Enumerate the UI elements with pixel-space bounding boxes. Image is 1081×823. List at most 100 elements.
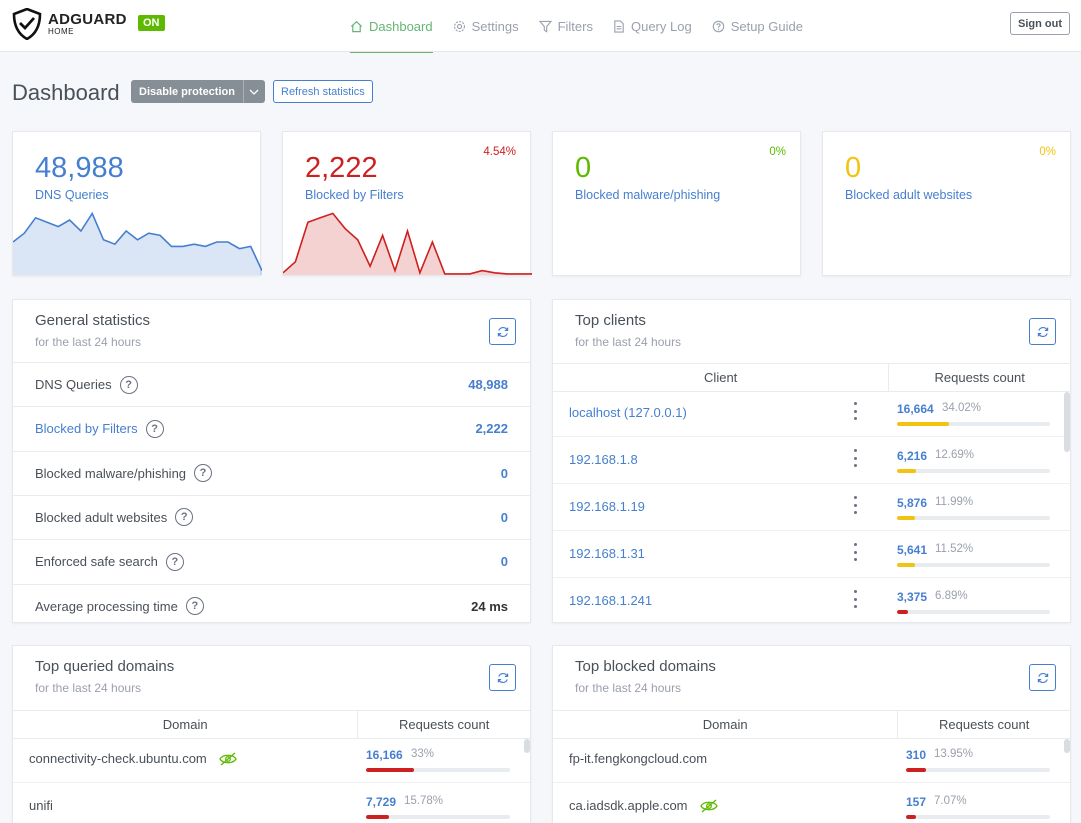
refresh-button[interactable] bbox=[1029, 664, 1056, 691]
more-options-icon[interactable] bbox=[852, 449, 858, 467]
shield-check-icon bbox=[12, 8, 42, 40]
more-options-icon[interactable] bbox=[852, 590, 858, 608]
column-header-domain[interactable]: Domain bbox=[553, 711, 897, 738]
disable-protection-button[interactable]: Disable protection bbox=[131, 80, 243, 103]
nav-setup-guide[interactable]: Setup Guide bbox=[702, 0, 813, 52]
nav-filters[interactable]: Filters bbox=[529, 0, 603, 52]
request-count: 16,664 bbox=[897, 402, 934, 416]
stat-row-label-text: Blocked adult websites bbox=[35, 509, 168, 525]
column-header-requests[interactable]: Requests count bbox=[357, 711, 530, 738]
sparkline-area bbox=[13, 213, 262, 275]
column-header-requests[interactable]: Requests count bbox=[897, 711, 1070, 738]
column-header-client[interactable]: Client bbox=[553, 364, 888, 391]
request-progress-bar bbox=[897, 469, 1050, 473]
eye-off-icon[interactable] bbox=[700, 799, 718, 813]
request-percent: 12.69% bbox=[935, 449, 975, 461]
stat-card-label: Blocked malware/phishing bbox=[575, 188, 721, 202]
question-icon[interactable]: ? bbox=[145, 419, 164, 438]
refresh-statistics-button[interactable]: Refresh statistics bbox=[273, 80, 373, 103]
row-name: connectivity-check.ubuntu.com bbox=[29, 751, 207, 766]
question-icon[interactable]: ? bbox=[185, 597, 204, 615]
stat-row: Average processing time? 24 ms bbox=[13, 583, 530, 623]
request-percent: 15.78% bbox=[404, 795, 444, 807]
card-subtitle: for the last 24 hours bbox=[575, 335, 682, 349]
scrollbar[interactable] bbox=[1064, 739, 1070, 753]
more-options-icon[interactable] bbox=[852, 402, 858, 420]
home-icon bbox=[350, 20, 363, 32]
stat-row: Blocked malware/phishing? 0 bbox=[13, 450, 530, 495]
scrollbar[interactable] bbox=[1064, 392, 1070, 452]
request-progress-fill bbox=[366, 768, 414, 772]
more-options-icon[interactable] bbox=[852, 496, 858, 514]
request-progress-fill bbox=[897, 469, 917, 473]
stat-row-label: Blocked adult websites? bbox=[35, 508, 194, 527]
request-count: 310 bbox=[906, 748, 927, 762]
card-title: General statistics bbox=[35, 312, 151, 329]
row-name[interactable]: localhost (127.0.0.1) bbox=[569, 405, 687, 420]
stat-row-label: Average processing time? bbox=[35, 597, 204, 615]
question-icon[interactable]: ? bbox=[165, 552, 184, 571]
refresh-button[interactable] bbox=[1029, 318, 1056, 345]
column-header-domain[interactable]: Domain bbox=[13, 711, 357, 738]
stat-row: Enforced safe search? 0 bbox=[13, 539, 530, 583]
row-name[interactable]: 192.168.1.19 bbox=[569, 499, 645, 514]
refresh-button[interactable] bbox=[489, 318, 516, 345]
table-row: ca.iadsdk.apple.com 157 7.07% bbox=[553, 783, 1070, 823]
more-options-icon[interactable] bbox=[852, 543, 858, 561]
stat-card-percent: 0% bbox=[1039, 146, 1056, 158]
request-count: 6,216 bbox=[897, 449, 928, 463]
disable-protection-dropdown-toggle[interactable] bbox=[242, 80, 265, 103]
request-count: 7,729 bbox=[366, 795, 397, 809]
card-title: Top blocked domains bbox=[575, 658, 716, 675]
blocked-filters-sparkline bbox=[283, 212, 532, 275]
table-header: Domain Requests count bbox=[13, 710, 530, 739]
column-header-requests[interactable]: Requests count bbox=[888, 364, 1070, 391]
refresh-button[interactable] bbox=[489, 664, 516, 691]
brand-name: ADGUARD bbox=[48, 11, 127, 28]
card-title: Top queried domains bbox=[35, 658, 175, 675]
sparkline-area bbox=[283, 213, 532, 275]
nav-setup-guide-label: Setup Guide bbox=[730, 18, 803, 34]
nav-filters-label: Filters bbox=[557, 18, 593, 34]
stat-row-label-text: Blocked malware/phishing bbox=[35, 465, 187, 481]
request-progress-bar bbox=[366, 768, 510, 772]
row-name[interactable]: 192.168.1.8 bbox=[569, 452, 638, 467]
question-icon[interactable]: ? bbox=[119, 375, 138, 394]
request-count: 3,375 bbox=[897, 590, 928, 604]
nav-settings[interactable]: Settings bbox=[443, 0, 529, 52]
disable-protection-button-group: Disable protection bbox=[131, 80, 265, 103]
stat-row: Blocked adult websites? 0 bbox=[13, 494, 530, 539]
request-progress-fill bbox=[897, 516, 916, 520]
question-icon[interactable]: ? bbox=[175, 508, 194, 527]
dns-queries-sparkline bbox=[13, 211, 262, 275]
stat-row-label[interactable]: Blocked by Filters? bbox=[35, 419, 164, 438]
row-name[interactable]: 192.168.1.241 bbox=[569, 593, 652, 608]
row-name[interactable]: 192.168.1.31 bbox=[569, 546, 645, 561]
stat-card-label: Blocked adult websites bbox=[845, 188, 973, 202]
top-header: ADGUARD HOME ON Dashboard Settings Filte… bbox=[0, 0, 1081, 53]
sign-out-button[interactable]: Sign out bbox=[1010, 12, 1070, 35]
card-subtitle: for the last 24 hours bbox=[575, 681, 682, 695]
request-percent: 7.07% bbox=[934, 795, 967, 807]
table-row: unifi 7,729 15.78% bbox=[13, 783, 530, 823]
adguard-logo[interactable]: ADGUARD HOME bbox=[12, 8, 127, 40]
table-row: 192.168.1.8 6,216 12.69% bbox=[553, 437, 1070, 484]
stat-card-blocked-malware: 0 Blocked malware/phishing 0% bbox=[552, 131, 801, 276]
request-count: 5,876 bbox=[897, 496, 928, 510]
refresh-icon bbox=[1037, 326, 1048, 337]
stat-card-dns-queries: 48,988 DNS Queries bbox=[12, 131, 262, 276]
question-icon[interactable]: ? bbox=[194, 464, 213, 483]
stat-row: Blocked by Filters? 2,222 bbox=[13, 406, 530, 450]
nav-query-log[interactable]: Query Log bbox=[603, 0, 702, 52]
top-clients-card: Top clients for the last 24 hours Client… bbox=[552, 299, 1071, 623]
row-name: fp-it.fengkongcloud.com bbox=[569, 751, 708, 766]
stat-card-value: 0 bbox=[845, 152, 862, 184]
stat-row-label-text: DNS Queries bbox=[35, 377, 112, 392]
nav-dashboard[interactable]: Dashboard bbox=[340, 0, 443, 53]
table-row: 192.168.1.241 3,375 6.89% bbox=[553, 578, 1070, 622]
scrollbar[interactable] bbox=[524, 739, 530, 753]
eye-off-icon[interactable] bbox=[219, 752, 237, 766]
stat-card-percent: 4.54% bbox=[483, 146, 516, 158]
main-nav: Dashboard Settings Filters Query Log Set… bbox=[340, 0, 813, 53]
request-count: 5,641 bbox=[897, 543, 928, 557]
